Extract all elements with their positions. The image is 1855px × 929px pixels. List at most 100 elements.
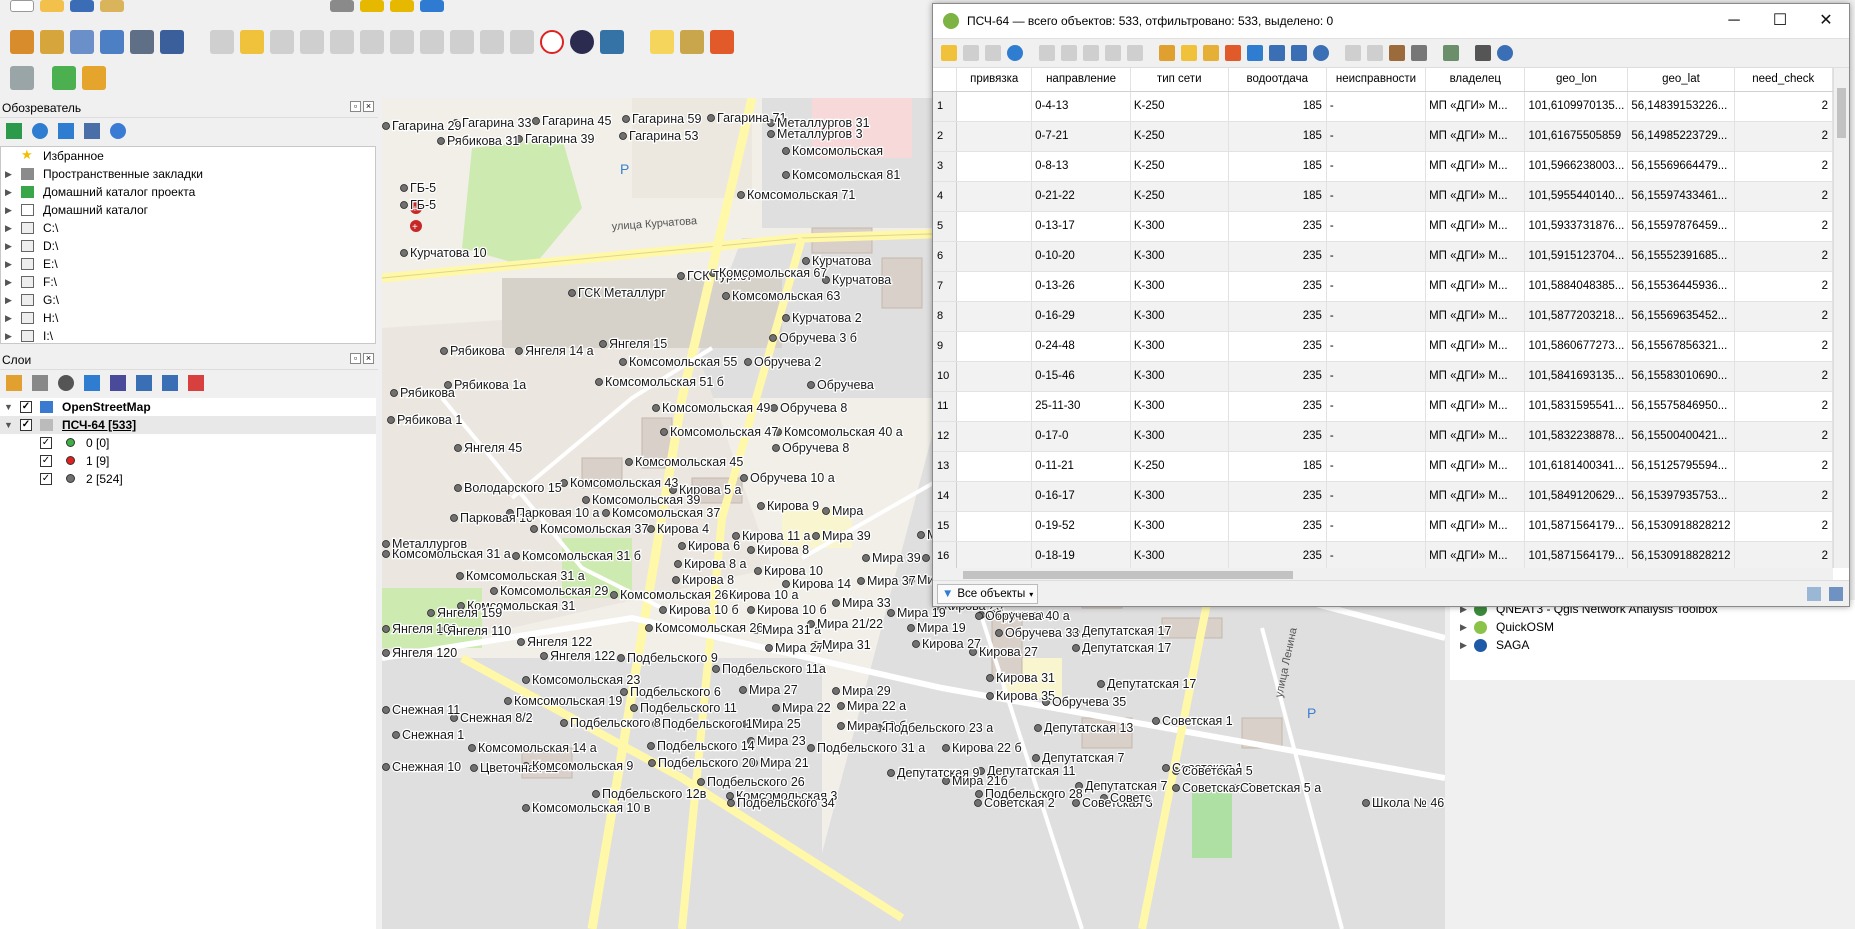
hydrant-point[interactable] [922,554,930,562]
row-number[interactable]: 11 [933,391,958,422]
hydrant-point[interactable] [560,719,568,727]
table-cell[interactable]: 56,15575846950... [1627,391,1735,422]
save-edits-icon[interactable] [270,30,294,54]
hydrant-point[interactable] [647,525,655,533]
table-cell[interactable]: 235 [1228,481,1327,512]
hydrant-point[interactable] [522,804,530,812]
hydrant-point[interactable] [468,744,476,752]
hydrant-point[interactable] [1172,784,1180,792]
browser-item-drive-h[interactable]: ▶ H:\ [1,309,375,327]
filter-select-icon[interactable] [1247,45,1263,61]
table-cell[interactable]: 2 [1734,361,1833,392]
table-cell[interactable]: МП «ДГИ» М... [1425,151,1526,182]
table-cell[interactable]: K-300 [1130,421,1229,452]
column-header-vodootdacha[interactable]: водоотдача [1228,68,1327,92]
filter-icon[interactable] [58,123,74,139]
table-cell[interactable]: МП «ДГИ» М... [1425,301,1526,332]
table-cell[interactable]: 185 [1228,451,1327,482]
hydrant-point[interactable] [887,609,895,617]
hydrant-point[interactable] [802,257,810,265]
table-cell[interactable]: 0-15-46 [1031,361,1131,392]
hydrant-point[interactable] [740,474,748,482]
table-cell[interactable]: 2 [1734,511,1833,542]
hydrant-point[interactable] [382,122,390,130]
table-cell[interactable]: 56,15125795594... [1627,451,1735,482]
column-header-napravlenie[interactable]: направление [1031,68,1131,92]
hydrant-point[interactable] [707,114,715,122]
hydrant-point[interactable] [744,358,752,366]
table-cell[interactable]: 2 [1734,211,1833,242]
browser-item-favorites[interactable]: ★ Избранное [1,147,375,165]
table-cell[interactable] [956,241,1033,272]
new-layer-icon[interactable] [40,30,64,54]
column-header-geo-lon[interactable]: geo_lon [1524,68,1629,92]
table-cell[interactable]: 0-13-17 [1031,211,1131,242]
row-number[interactable]: 6 [933,241,958,272]
hydrant-point[interactable] [832,687,840,695]
table-row[interactable]: 9 0-24-48 K-300 235- МП «ДГИ» М... 101,586067… [933,331,1833,362]
table-cell[interactable] [956,391,1033,422]
select-by-expression-icon[interactable] [1159,45,1175,61]
table-cell[interactable]: МП «ДГИ» М... [1425,211,1526,242]
layer-visibility-checkbox[interactable]: ✓ [20,419,32,431]
layer-toolbar-icon[interactable] [130,30,154,54]
pan-icon[interactable] [330,0,354,12]
table-cell[interactable]: 101,5884048385... [1524,271,1629,302]
hydrant-point[interactable] [400,249,408,257]
hydrant-point[interactable] [1362,799,1370,807]
table-cell[interactable]: 56,1530918828212 [1627,541,1735,568]
hydrant-point[interactable] [647,742,655,750]
table-cell[interactable]: 2 [1734,301,1833,332]
chevron-right-icon[interactable]: ▶ [5,237,12,255]
table-row[interactable]: 16 0-18-19 K-300 235- МП «ДГИ» М... 101,58715… [933,541,1833,568]
table-cell[interactable] [956,211,1033,242]
hydrant-point[interactable] [862,554,870,562]
filter-legend-icon[interactable] [84,375,100,391]
table-row[interactable]: 13 0-11-21 K-250 185- МП «ДГИ» М... 101,6181… [933,451,1833,482]
digitize-icon[interactable] [100,30,124,54]
processing-icon[interactable] [82,66,106,90]
table-cell[interactable]: - [1326,121,1427,152]
zoom-to-selected-icon[interactable] [1313,45,1329,61]
legend-class-2[interactable]: ✓ 2 [524] [0,470,376,488]
table-cell[interactable] [956,421,1033,452]
hydrant-point[interactable] [617,654,625,662]
table-cell[interactable]: - [1326,541,1427,568]
hydrant-point[interactable] [568,289,576,297]
chevron-right-icon[interactable]: ▶ [5,183,12,201]
table-cell[interactable]: 0-7-21 [1031,121,1131,152]
hydrant-point[interactable] [450,514,458,522]
hydrant-point[interactable] [619,132,627,140]
table-cell[interactable]: - [1326,511,1427,542]
browser-item-drive-e[interactable]: ▶ E:\ [1,255,375,273]
python-icon[interactable] [600,30,624,54]
table-cell[interactable] [956,451,1033,482]
hydrant-point[interactable] [454,484,462,492]
table-cell[interactable]: 101,6109970135... [1524,91,1629,122]
vector-icon[interactable] [70,30,94,54]
table-cell[interactable]: 235 [1228,511,1327,542]
zoom-in-icon[interactable] [360,0,384,12]
reload-icon[interactable] [1007,45,1023,61]
layer-visibility-checkbox[interactable]: ✓ [20,401,32,413]
row-number[interactable]: 5 [933,211,958,242]
new-project-icon[interactable] [10,0,34,12]
save-edits-icon[interactable] [985,45,1001,61]
hydrant-point[interactable] [652,404,660,412]
class-checkbox[interactable]: ✓ [40,437,52,449]
table-cell[interactable]: 2 [1734,481,1833,512]
table-cell[interactable]: 56,15500400421... [1627,421,1735,452]
table-cell[interactable]: 101,5831595541... [1524,391,1629,422]
table-cell[interactable]: K-250 [1130,181,1229,212]
paste-icon[interactable] [1127,45,1143,61]
add-feature-icon[interactable] [1039,45,1055,61]
hydrant-point[interactable] [540,652,548,660]
table-cell[interactable]: МП «ДГИ» М... [1425,391,1526,422]
hydrant-point[interactable] [807,744,815,752]
table-cell[interactable]: МП «ДГИ» М... [1425,361,1526,392]
table-cell[interactable]: 56,15552391685... [1627,241,1735,272]
copy-icon[interactable] [1105,45,1121,61]
table-cell[interactable]: 2 [1734,541,1833,568]
table-cell[interactable]: K-250 [1130,91,1229,122]
chevron-right-icon[interactable]: ▶ [5,165,12,183]
